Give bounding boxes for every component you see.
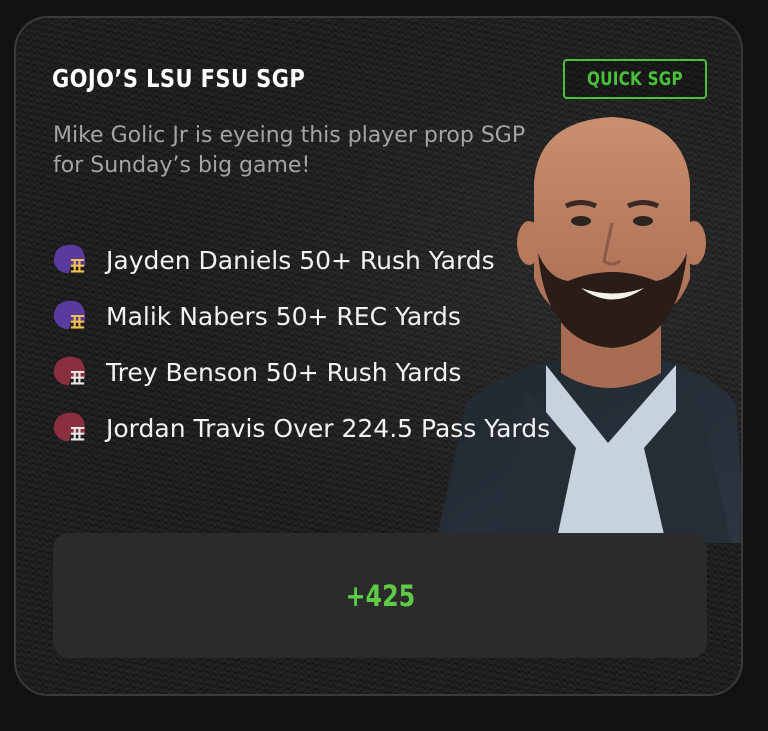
sgp-leg: Jordan Travis Over 224.5 Pass Yards [50, 400, 550, 456]
sgp-leg: Jayden Daniels 50+ Rush Yards [50, 232, 550, 288]
leg-text: Jordan Travis Over 224.5 Pass Yards [106, 413, 551, 443]
leg-text: Jayden Daniels 50+ Rush Yards [106, 245, 495, 275]
helmet-icon [53, 300, 86, 330]
sgp-card: GOJO’S LSU FSU SGP QUICK SGP Mike Golic … [14, 16, 743, 696]
quick-sgp-badge[interactable]: QUICK SGP [563, 59, 707, 99]
quick-sgp-label: QUICK SGP [587, 68, 684, 90]
odds-button[interactable]: +425 [53, 533, 707, 658]
sgp-leg: Malik Nabers 50+ REC Yards [50, 288, 550, 344]
card-title: GOJO’S LSU FSU SGP [52, 64, 306, 93]
sgp-legs-list: Jayden Daniels 50+ Rush Yards Malik Nabe… [50, 232, 550, 456]
helmet-icon [53, 412, 86, 442]
leg-text: Malik Nabers 50+ REC Yards [106, 301, 461, 331]
sgp-leg: Trey Benson 50+ Rush Yards [50, 344, 550, 400]
odds-value: +425 [345, 578, 415, 613]
card-subtitle: Mike Golic Jr is eyeing this player prop… [53, 123, 526, 178]
helmet-icon [53, 356, 86, 386]
leg-text: Trey Benson 50+ Rush Yards [106, 357, 462, 387]
helmet-icon [53, 244, 86, 274]
